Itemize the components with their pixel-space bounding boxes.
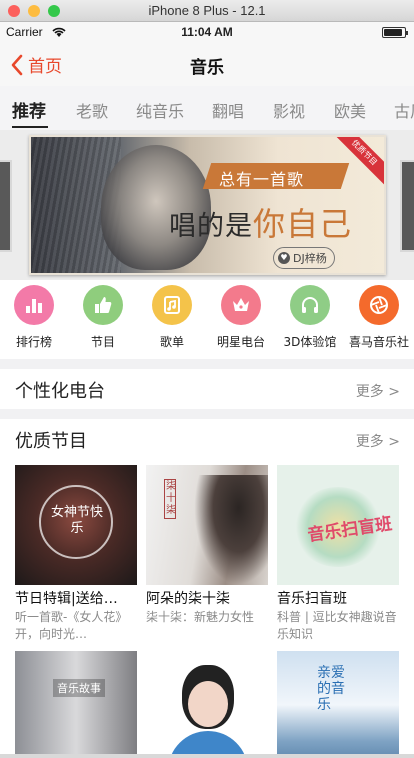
window-bottom-edge — [0, 754, 414, 758]
tab-ancient-style[interactable]: 古风 — [394, 98, 414, 122]
quick-link-label: 歌单 — [159, 335, 184, 349]
program-cover: 音乐扫盲班 — [277, 465, 399, 585]
section-divider — [0, 409, 414, 419]
battery-level — [384, 29, 402, 36]
simulator-title-bar: iPhone 8 Plus - 12.1 — [0, 0, 414, 22]
banner-carousel[interactable]: 总有一首歌 唱的是你自己 ♥ DJ梓杨 优质节目 — [0, 130, 414, 280]
personal-radio-header: 个性化电台 更多 > — [0, 369, 414, 409]
program-title: 节日特辑|送给… — [15, 591, 118, 607]
music-note-icon — [152, 285, 192, 325]
cover-portrait-face — [188, 681, 228, 727]
program-cover — [146, 651, 268, 758]
quality-programs-header: 优质节目 更多 > — [0, 419, 414, 459]
tab-recommend[interactable]: 推荐 — [12, 97, 46, 122]
banner-headline: 唱的是你自己 — [169, 199, 352, 245]
section-title: 个性化电台 — [15, 381, 105, 402]
quick-link-label: 3D体验馆 — [283, 335, 337, 349]
program-description: 听一首歌-《女人花》开，向时光… — [15, 610, 128, 641]
program-description: 科普 | 逗比女神趣说音乐知识 — [277, 610, 397, 641]
cover-text: 亲爱的音乐 — [317, 665, 345, 713]
program-cover: 女神节快乐 — [15, 465, 137, 585]
section-title: 优质节目 — [15, 431, 87, 452]
navigation-bar: 首页 音乐 — [0, 42, 414, 86]
program-card[interactable]: 音乐扫盲班 音乐扫盲班 科普 | 逗比女神趣说音乐知识 — [277, 465, 399, 643]
cover-text: 女神节快乐 — [50, 505, 103, 536]
banner-headline-emphasis: 你自己 — [253, 205, 353, 243]
section-divider — [0, 359, 414, 369]
banner-headline-plain: 唱的是 — [169, 211, 253, 242]
tab-pure-music[interactable]: 纯音乐 — [136, 98, 184, 122]
headphones-icon — [290, 285, 330, 325]
program-card[interactable]: 亲爱的音乐 — [277, 651, 399, 758]
previous-banner-peek[interactable] — [0, 160, 12, 252]
quick-link-label: 排行榜 — [15, 335, 52, 349]
program-card[interactable]: 女神节快乐 节日特辑|送给… 听一首歌-《女人花》开，向时光… — [15, 465, 137, 643]
status-bar: Carrier 11:04 AM — [0, 22, 414, 42]
page-title: 音乐 — [190, 58, 224, 78]
crown-icon — [221, 285, 261, 325]
program-card[interactable]: 柒十柒 阿朵的柒十柒 柒十柒：新魅力女性 — [146, 465, 268, 643]
thumbs-up-icon — [83, 285, 123, 325]
chart-icon — [14, 285, 54, 325]
quick-link-playlists[interactable]: 歌单 — [139, 285, 205, 350]
quick-link-label: 喜马音乐社 — [348, 335, 409, 349]
more-link[interactable]: 更多 > — [356, 381, 400, 401]
quick-links: 排行榜 节目 歌单 明星电台 3D体验馆 喜马音乐社 — [0, 281, 414, 353]
banner-slide[interactable]: 总有一首歌 唱的是你自己 ♥ DJ梓杨 优质节目 — [29, 135, 386, 275]
quick-link-label: 节目 — [90, 335, 115, 349]
program-cover: 柒十柒 — [146, 465, 268, 585]
aperture-icon — [359, 285, 399, 325]
battery-icon — [382, 27, 408, 38]
quick-link-3d-hall[interactable]: 3D体验馆 — [277, 285, 343, 350]
program-description: 柒十柒：新魅力女性 — [146, 610, 255, 624]
program-title: 音乐扫盲班 — [277, 591, 347, 607]
quick-link-programs[interactable]: 节目 — [70, 285, 136, 350]
banner-author-badge: ♥ DJ梓杨 — [273, 247, 335, 269]
tab-covers[interactable]: 翻唱 — [212, 98, 244, 122]
quick-link-star-radio[interactable]: 明星电台 — [208, 285, 274, 350]
category-tabs: 推荐 老歌 纯音乐 翻唱 影视 欧美 古风 — [0, 86, 414, 130]
cover-text: 音乐故事 — [53, 679, 105, 697]
tab-film-tv[interactable]: 影视 — [273, 98, 305, 122]
tab-oldies[interactable]: 老歌 — [76, 98, 108, 122]
more-link[interactable]: 更多 > — [356, 431, 400, 451]
heart-icon: ♥ — [278, 252, 290, 264]
program-cover: 音乐故事 — [15, 651, 137, 758]
status-time: 11:04 AM — [181, 25, 233, 39]
program-card[interactable]: 音乐故事 — [15, 651, 137, 758]
program-title: 阿朵的柒十柒 — [146, 591, 230, 607]
quick-link-music-club[interactable]: 喜马音乐社 — [346, 285, 412, 350]
simulator-title: iPhone 8 Plus - 12.1 — [148, 3, 266, 18]
banner-author: DJ梓杨 — [293, 252, 327, 265]
banner-tagline: 总有一首歌 — [219, 170, 305, 189]
program-card[interactable] — [146, 651, 268, 758]
active-tab-indicator — [12, 126, 48, 128]
tab-western[interactable]: 欧美 — [334, 98, 366, 122]
next-banner-peek[interactable] — [400, 160, 414, 252]
program-cover: 亲爱的音乐 — [277, 651, 399, 758]
quick-link-label: 明星电台 — [216, 335, 265, 349]
quick-link-charts[interactable]: 排行榜 — [1, 285, 67, 350]
cover-text: 柒十柒 — [164, 479, 176, 519]
cover-portrait — [194, 475, 268, 585]
